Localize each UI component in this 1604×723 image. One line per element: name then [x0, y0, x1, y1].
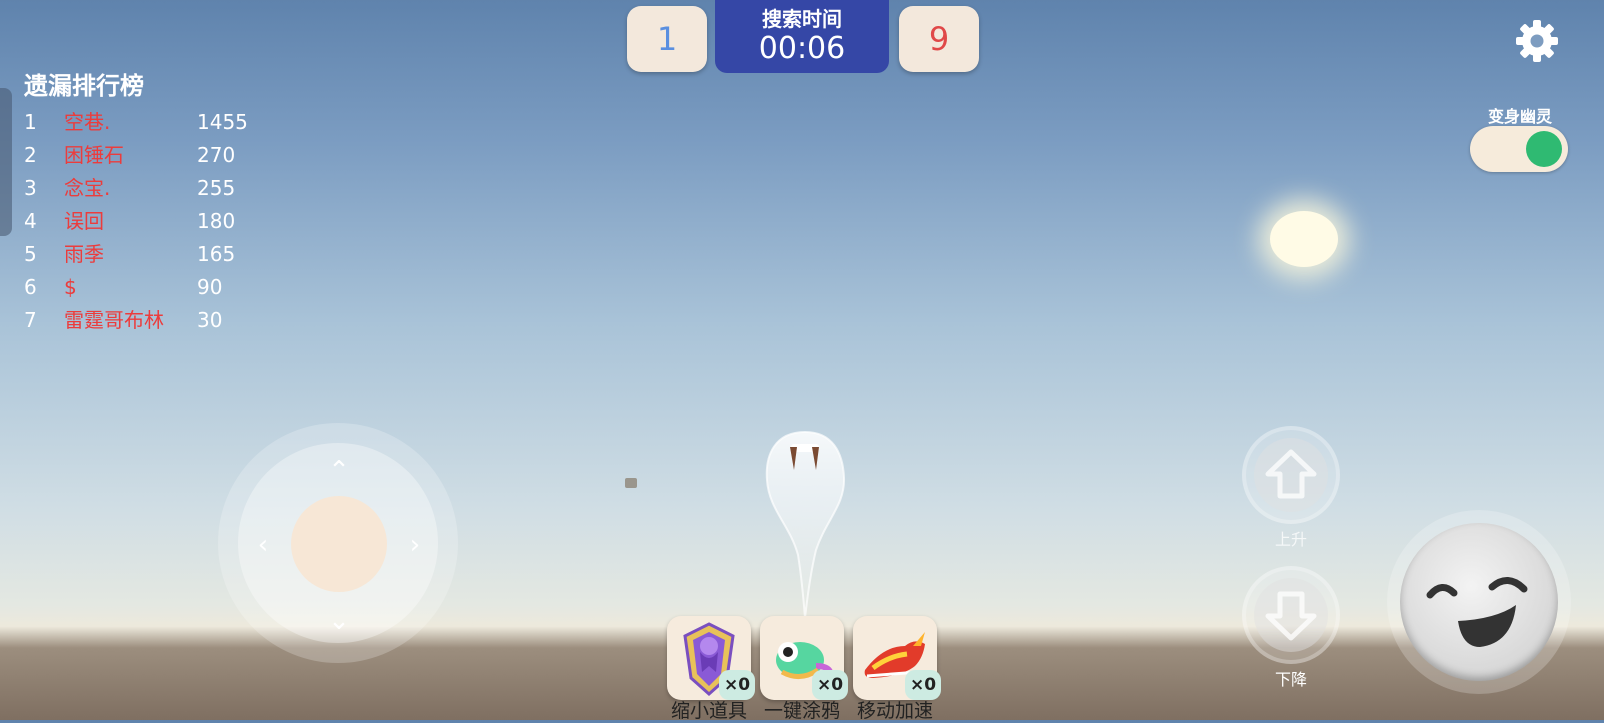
- descend-button[interactable]: [1242, 566, 1340, 664]
- leaderboard-score: 30: [197, 308, 223, 332]
- settings-button[interactable]: [1514, 18, 1560, 64]
- sun: [1270, 211, 1338, 267]
- leaderboard-rank: 1: [24, 110, 37, 134]
- graffiti-item-button[interactable]: ×0: [760, 616, 848, 700]
- leaderboard-player-name: 念宝.: [64, 176, 111, 200]
- timer-value: 00:06: [758, 30, 846, 66]
- leaderboard-player-name: 雨季: [64, 242, 104, 266]
- leaderboard-rank: 3: [24, 176, 37, 200]
- distant-object: [625, 478, 637, 488]
- descend-button-face: [1254, 578, 1328, 652]
- emote-button[interactable]: [1400, 523, 1558, 681]
- joystick-up-arrow-icon: ⌃: [328, 456, 350, 486]
- joystick-knob[interactable]: [291, 496, 387, 592]
- ghost-mode-toggle[interactable]: [1470, 126, 1568, 172]
- leaderboard-score: 90: [197, 275, 223, 299]
- smiley-face-icon: [1426, 577, 1528, 647]
- leaderboard-score: 165: [197, 242, 236, 266]
- item-label: 一键涂鸦: [763, 700, 840, 722]
- leaderboard-player-name: 雷霆哥布林: [64, 308, 164, 332]
- ghost-toggle-label: 变身幽灵: [1487, 107, 1552, 126]
- leaderboard-player-name: 困锤石: [64, 143, 124, 167]
- leaderboard-rank: 2: [24, 143, 37, 167]
- leaderboard-player-name: $: [64, 275, 77, 299]
- team-blue-score-value: 1: [656, 20, 678, 58]
- leaderboard-player-name: 空巷.: [64, 110, 111, 134]
- leaderboard-rank: 7: [24, 308, 37, 332]
- joystick-right-arrow-icon: ›: [409, 530, 421, 560]
- ascend-button-face: [1254, 438, 1328, 512]
- leaderboard-rank: 5: [24, 242, 37, 266]
- joystick-down-arrow-icon: ⌄: [328, 606, 350, 636]
- leaderboard-title: 遗漏排行榜: [24, 72, 144, 100]
- toggle-knob: [1526, 131, 1562, 167]
- joystick-left-arrow-icon: ‹: [257, 530, 269, 560]
- leaderboard-score: 270: [197, 143, 236, 167]
- leaderboard-score: 255: [197, 176, 236, 200]
- gear-icon: [1516, 20, 1558, 62]
- up-arrow-icon: [1265, 449, 1317, 499]
- descend-label: 下降: [1274, 670, 1307, 689]
- side-drawer-handle[interactable]: [0, 88, 12, 236]
- ascend-label: 上升: [1274, 530, 1307, 549]
- ascend-button[interactable]: [1242, 426, 1340, 524]
- leaderboard-score: 1455: [197, 110, 248, 134]
- leaderboard-rank: 6: [24, 275, 37, 299]
- team-blue-score: 1: [627, 6, 707, 72]
- speed-boost-item-button[interactable]: ×0: [853, 616, 941, 700]
- down-arrow-icon: [1265, 591, 1317, 641]
- team-red-score: 9: [899, 6, 979, 72]
- search-timer: 搜索时间 00:06: [715, 0, 889, 73]
- leaderboard-score: 180: [197, 209, 236, 233]
- item-label: 缩小道具: [670, 700, 747, 722]
- shrink-item-button[interactable]: ×0: [667, 616, 755, 700]
- leaderboard-rank: 4: [24, 209, 37, 233]
- team-red-score-value: 9: [928, 20, 950, 58]
- leaderboard-player-name: 误回: [64, 209, 104, 233]
- timer-label: 搜索时间: [762, 6, 842, 31]
- item-label: 移动加速: [856, 700, 933, 722]
- ghost-character: [765, 430, 846, 619]
